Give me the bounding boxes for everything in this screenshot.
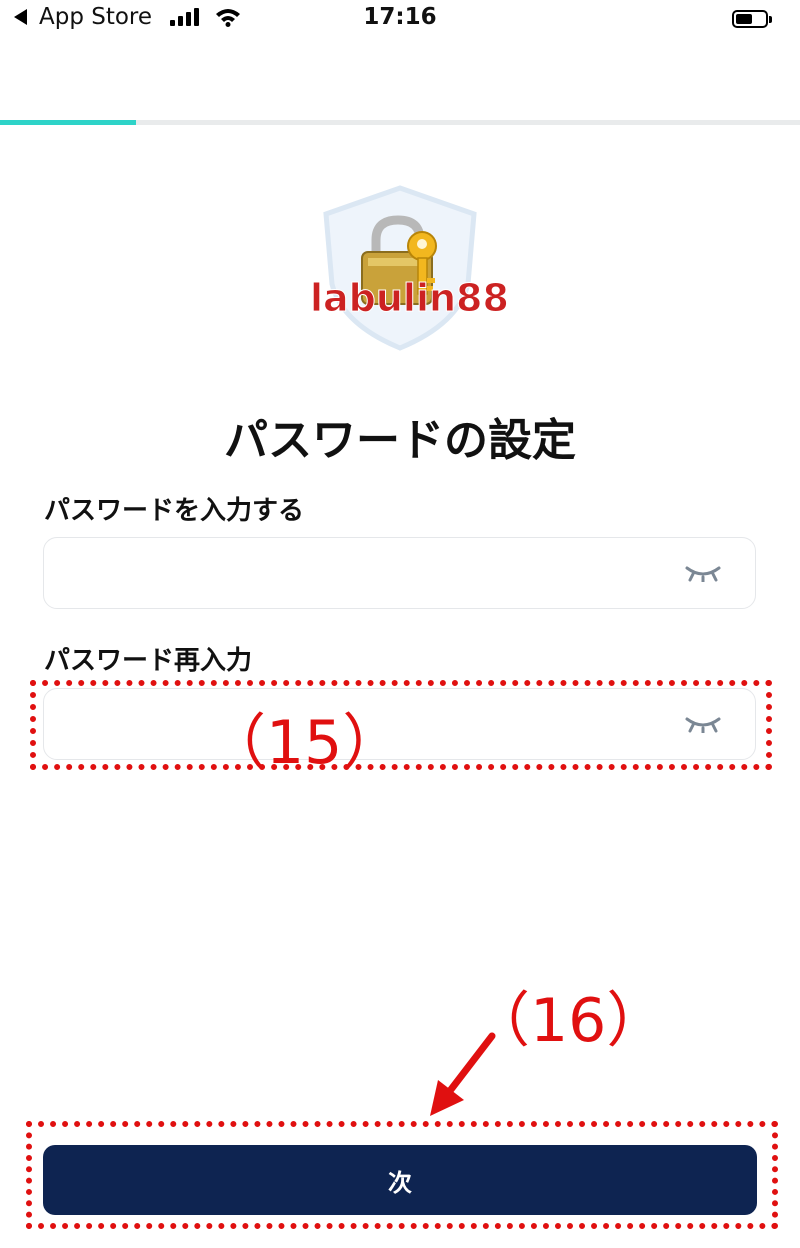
- next-button[interactable]: 次: [43, 1145, 757, 1215]
- shield-lock-key-icon: [323, 185, 477, 351]
- annotation-label-15: （15）: [206, 708, 403, 778]
- password-input[interactable]: [60, 538, 664, 610]
- progress-track: [0, 120, 800, 125]
- password-label: パスワードを入力する: [44, 496, 305, 526]
- clock: 17:16: [363, 4, 437, 30]
- eye-closed-icon[interactable]: [685, 564, 721, 582]
- progress-fill: [0, 120, 136, 125]
- confirm-password-label: パスワード再入力: [44, 646, 253, 676]
- page-title: パスワードの設定: [224, 415, 576, 466]
- password-field[interactable]: [43, 537, 756, 610]
- annotation-arrow-icon: [430, 1032, 496, 1116]
- status-bar: App Store 17:16: [0, 0, 800, 40]
- battery-icon: [732, 10, 772, 28]
- watermark: labulin88: [310, 276, 510, 321]
